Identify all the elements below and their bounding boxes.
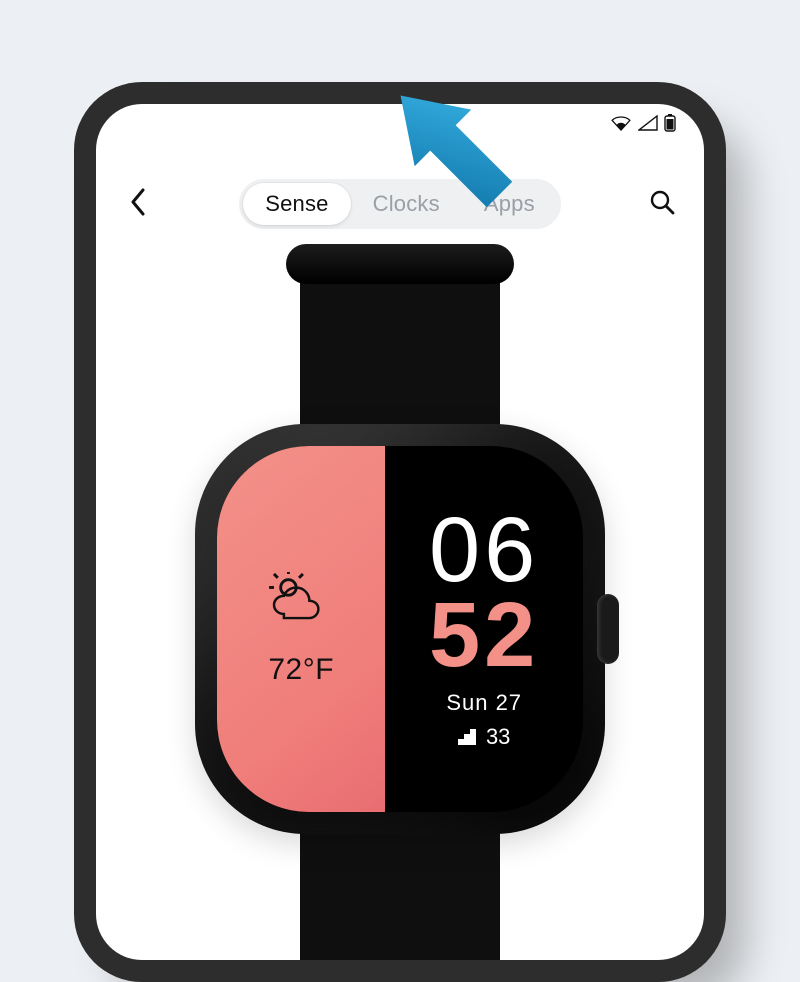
battery-icon: [664, 114, 676, 132]
watch-case: 72°F 06 52 Sun 27: [195, 424, 605, 834]
app-header: Sense Clocks Apps: [96, 176, 704, 232]
watchface-weather-panel: 72°F: [217, 446, 385, 812]
back-button[interactable]: [118, 184, 158, 224]
watch-side-button: [597, 594, 619, 664]
signal-icon: [638, 115, 658, 131]
watchface-steps-count: 33: [486, 724, 510, 750]
watchface-temperature: 72°F: [268, 653, 334, 687]
wifi-icon: [610, 115, 632, 131]
phone-frame: Sense Clocks Apps: [74, 82, 726, 982]
watchface-hours: 06: [429, 508, 539, 593]
watchface-steps: 33: [458, 724, 510, 750]
content-area: 72°F 06 52 Sun 27: [96, 254, 704, 960]
search-button[interactable]: [642, 184, 682, 224]
tab-sense[interactable]: Sense: [243, 183, 350, 225]
watchface-date: Sun 27: [446, 690, 522, 716]
weather-icon: [267, 572, 335, 635]
status-bar: [610, 114, 676, 132]
chevron-left-icon: [129, 188, 147, 221]
search-icon: [649, 189, 675, 220]
phone-screen: Sense Clocks Apps: [96, 104, 704, 960]
device-preview[interactable]: 72°F 06 52 Sun 27: [160, 254, 640, 954]
tab-bar: Sense Clocks Apps: [239, 179, 561, 229]
tab-clocks[interactable]: Clocks: [351, 183, 462, 225]
watch-display: 72°F 06 52 Sun 27: [217, 446, 583, 812]
watchface-minutes: 52: [429, 593, 539, 678]
tab-apps[interactable]: Apps: [462, 183, 557, 225]
stairs-icon: [458, 729, 478, 745]
watchface-time-panel: 06 52 Sun 27: [385, 446, 583, 812]
